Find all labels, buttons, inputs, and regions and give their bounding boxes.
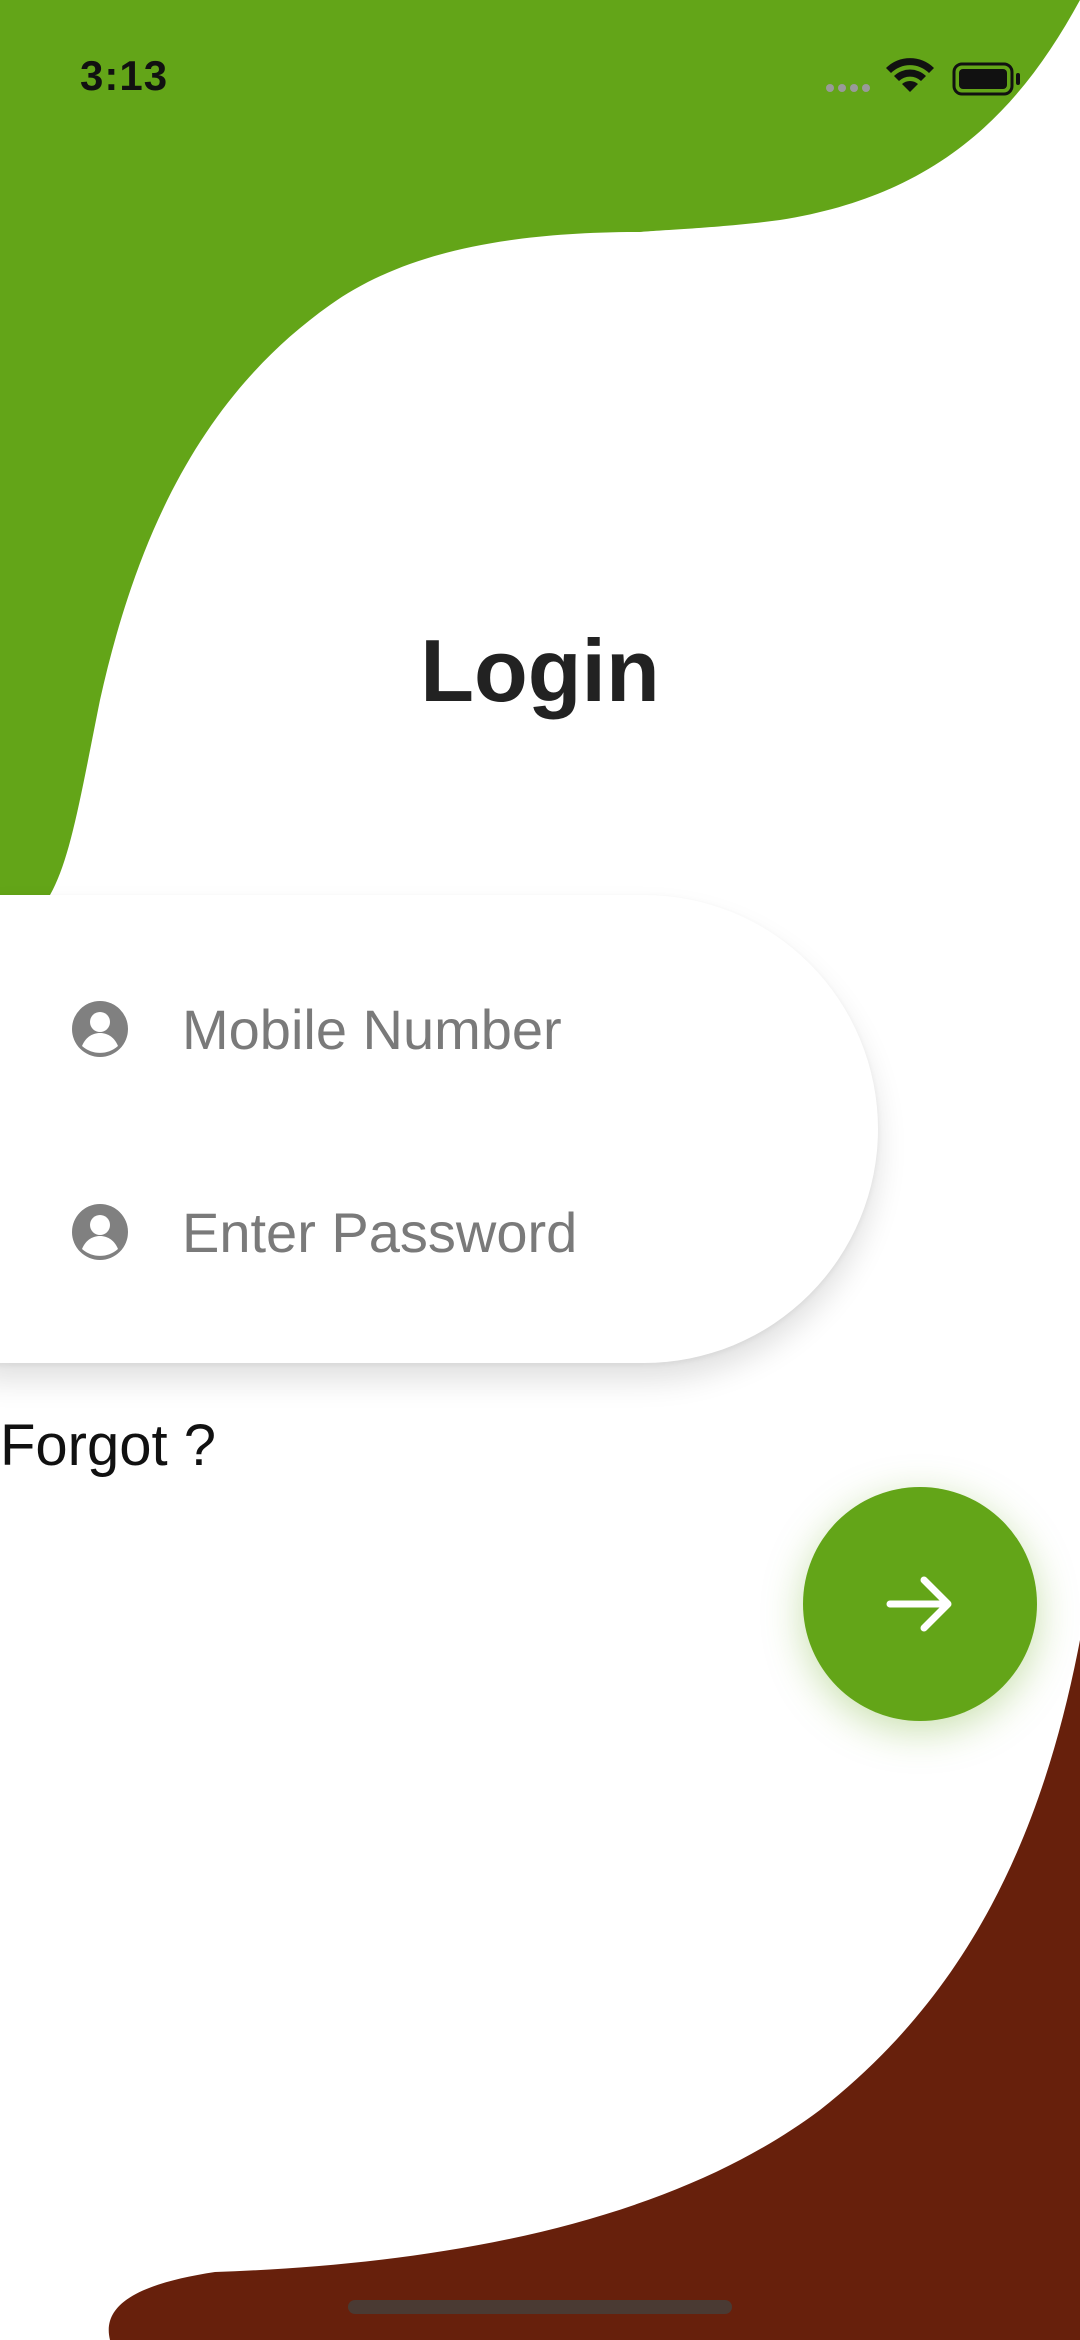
battery-icon bbox=[952, 62, 1020, 96]
account-circle-icon bbox=[72, 1001, 128, 1057]
password-input[interactable] bbox=[182, 1192, 822, 1272]
wifi-icon bbox=[886, 58, 934, 92]
password-field bbox=[20, 1177, 880, 1287]
login-title: Login bbox=[420, 621, 660, 720]
login-form-card bbox=[0, 895, 878, 1363]
mobile-number-field bbox=[20, 974, 880, 1084]
status-bar: 3:13 bbox=[0, 0, 1080, 150]
status-time: 3:13 bbox=[80, 52, 169, 99]
account-circle-icon bbox=[72, 1204, 128, 1260]
forgot-password-link[interactable]: Forgot ? bbox=[0, 1412, 216, 1479]
status-icons bbox=[826, 58, 1020, 96]
signal-dots-icon bbox=[826, 84, 870, 92]
home-indicator[interactable] bbox=[348, 2300, 732, 2314]
arrow-right-icon bbox=[886, 1576, 952, 1632]
login-screen: 3:13 Login Mobile Number Forgot ? bbox=[0, 0, 1080, 2340]
brown-wave-shape bbox=[108, 1640, 1080, 2340]
mobile-number-input[interactable] bbox=[182, 989, 822, 1069]
login-submit-button[interactable] bbox=[803, 1487, 1037, 1721]
